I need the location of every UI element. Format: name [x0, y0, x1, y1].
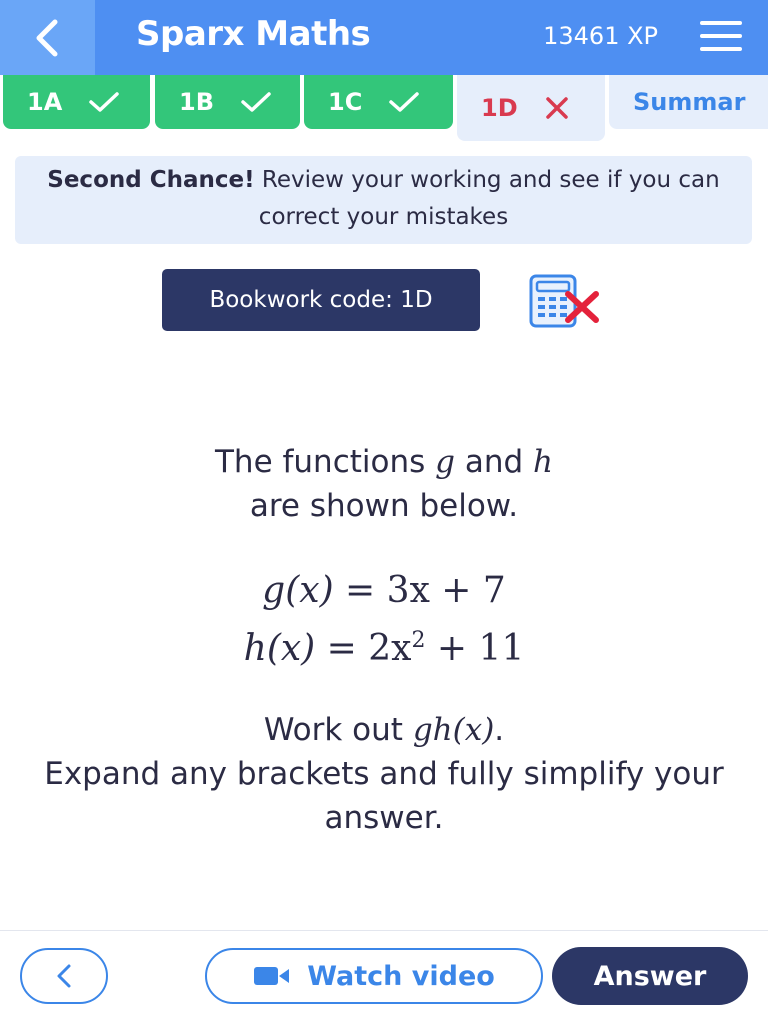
target-composite: gh(x) [412, 712, 495, 748]
tab-summary[interactable]: Summar [609, 75, 768, 129]
chevron-left-icon [57, 964, 71, 988]
watch-video-label: Watch video [307, 960, 495, 992]
second-chance-notice: Second Chance! Review your working and s… [15, 156, 752, 244]
hamburger-menu-icon [700, 21, 742, 25]
tab-label: 1C [328, 88, 363, 116]
function-definitions: g(x) = 3x + 7 h(x) = 2x2 + 11 [0, 566, 768, 674]
notice-text: Review your working and see if you can c… [254, 167, 720, 230]
close-icon [544, 95, 570, 121]
previous-button[interactable] [20, 948, 108, 1004]
answer-button[interactable]: Answer [552, 947, 748, 1005]
footer-divider [0, 930, 768, 931]
question-intro: The functions g and h are shown below. [214, 444, 553, 524]
bookwork-code: Bookwork code: 1D [162, 269, 480, 331]
app-header: Sparx Maths 13461 XP [0, 0, 768, 75]
question-instructions: Work out gh(x). Expand any brackets and … [44, 712, 724, 836]
menu-button[interactable] [700, 21, 742, 53]
back-button[interactable] [0, 0, 95, 75]
chevron-left-icon [36, 19, 57, 56]
notice-heading: Second Chance! [47, 167, 255, 193]
watch-video-button[interactable]: Watch video [205, 948, 543, 1004]
check-icon [240, 91, 272, 113]
check-icon [88, 91, 120, 113]
equation-h: h(x) = 2x2 + 11 [243, 628, 525, 669]
calculator-not-allowed-icon [529, 274, 599, 328]
check-icon [388, 91, 420, 113]
tab-label: 1D [481, 94, 518, 122]
equation-g: g(x) = 3x + 7 [262, 570, 506, 611]
instruction-text: Expand any brackets and fully simplify y… [44, 756, 724, 836]
tab-1c[interactable]: 1C [304, 75, 453, 129]
task-tabs: 1A 1B 1C 1D Summar [0, 75, 768, 145]
tab-1b[interactable]: 1B [155, 75, 300, 129]
tab-1a[interactable]: 1A [3, 75, 150, 129]
function-g: g [435, 444, 455, 480]
function-h: h [533, 444, 553, 480]
xp-counter: 13461 XP [543, 22, 658, 50]
app-title: Sparx Maths [136, 14, 371, 54]
tab-1d[interactable]: 1D [457, 75, 605, 141]
tab-label: 1A [27, 88, 63, 116]
video-camera-icon [253, 964, 291, 988]
tab-label: 1B [179, 88, 214, 116]
tab-label: Summar [633, 88, 746, 116]
